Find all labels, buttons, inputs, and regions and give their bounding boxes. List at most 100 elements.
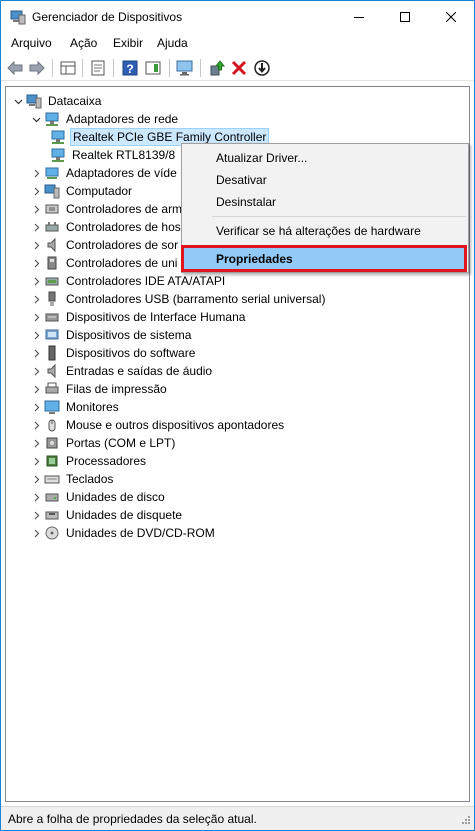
category-label: Controladores de arm	[66, 202, 183, 216]
tree-device-realtek-rtl8139[interactable]: Realtek RTL8139/8	[50, 146, 177, 164]
expand-chevron-icon[interactable]	[28, 164, 44, 182]
category-label: Monitores	[66, 400, 119, 414]
network-adapter-icon	[45, 112, 59, 126]
expand-chevron-icon[interactable]	[28, 524, 44, 542]
forward-arrow-icon[interactable]	[27, 58, 47, 78]
properties-grid-icon[interactable]	[58, 58, 78, 78]
update-driver-icon[interactable]	[207, 58, 227, 78]
toolbar-separator	[113, 59, 114, 77]
collapse-chevron-icon[interactable]	[10, 92, 26, 110]
tree-category-row[interactable]: Dispositivos de sistema	[28, 326, 193, 344]
category-label: Controladores de uni	[66, 256, 178, 270]
tree-category-row[interactable]: Controladores de uni	[28, 254, 179, 272]
tree-category-row[interactable]: Controladores de sor	[28, 236, 180, 254]
menu-item-scan-hardware[interactable]: Verificar se há alterações de hardware	[184, 220, 466, 242]
maximize-icon	[400, 11, 410, 22]
menu-acao[interactable]: Ação	[70, 36, 97, 50]
tree-category-row[interactable]: Controladores USB (barramento serial uni…	[28, 290, 327, 308]
monitor-scan-icon[interactable]	[175, 58, 195, 78]
tree-category-row[interactable]: Unidades de disquete	[28, 506, 184, 524]
close-icon	[446, 11, 456, 22]
expand-chevron-icon[interactable]	[28, 290, 44, 308]
menu-ajuda[interactable]: Ajuda	[157, 36, 188, 50]
properties-doc-icon[interactable]	[88, 58, 108, 78]
category-label: Dispositivos do software	[66, 346, 196, 360]
expand-chevron-icon[interactable]	[28, 200, 44, 218]
printer-icon	[45, 382, 59, 394]
tree-category-row[interactable]: Mouse e outros dispositivos apontadores	[28, 416, 286, 434]
drive-controller-icon	[47, 256, 57, 270]
expand-chevron-icon[interactable]	[28, 254, 44, 272]
category-label: Unidades de DVD/CD-ROM	[66, 526, 215, 540]
expand-chevron-icon[interactable]	[28, 398, 44, 416]
menu-item-update-driver[interactable]: Atualizar Driver...	[184, 147, 466, 169]
tree-root[interactable]: Datacaixa	[10, 92, 103, 110]
action-pane-icon[interactable]	[143, 58, 163, 78]
expand-chevron-icon[interactable]	[28, 218, 44, 236]
menu-arquivo[interactable]: Arquivo	[11, 36, 52, 50]
floppy-drive-icon	[45, 511, 59, 520]
expand-chevron-icon[interactable]	[28, 434, 44, 452]
menu-exibir[interactable]: Exibir	[113, 36, 143, 50]
tree-category-row[interactable]: Computador	[28, 182, 134, 200]
processor-icon	[46, 455, 58, 467]
tree-category-row[interactable]: Entradas e saídas de áudio	[28, 362, 214, 380]
tree-category-row[interactable]: Adaptadores de víde	[28, 164, 179, 182]
expand-chevron-icon[interactable]	[28, 488, 44, 506]
tree-category-row[interactable]: Unidades de disco	[28, 488, 167, 506]
expand-chevron-icon[interactable]	[28, 326, 44, 344]
tree-category-row[interactable]: Teclados	[28, 470, 115, 488]
collapse-chevron-icon[interactable]	[28, 110, 44, 128]
download-circle-icon[interactable]	[252, 58, 272, 78]
menu-item-label: Propriedades	[216, 252, 293, 266]
title-bar[interactable]: Gerenciador de Dispositivos	[1, 1, 474, 32]
tree-category-row[interactable]: Dispositivos do software	[28, 344, 197, 362]
tree-category-row[interactable]: Processadores	[28, 452, 148, 470]
tree-root-label: Datacaixa	[48, 94, 102, 108]
usb-icon	[48, 291, 56, 306]
tree-category-row[interactable]: Monitores	[28, 398, 121, 416]
expand-chevron-icon[interactable]	[28, 452, 44, 470]
category-label: Adaptadores de rede	[66, 112, 179, 126]
category-label: Controladores de sor	[66, 238, 179, 252]
tree-category-row[interactable]: Controladores de arm	[28, 200, 184, 218]
minimize-button[interactable]	[336, 1, 382, 32]
uninstall-x-icon[interactable]	[229, 58, 249, 78]
resize-grip-icon[interactable]	[459, 815, 471, 827]
tree-category-row[interactable]: Filas de impressão	[28, 380, 169, 398]
expand-chevron-icon[interactable]	[28, 416, 44, 434]
mouse-icon	[48, 419, 56, 432]
category-label: Filas de impressão	[66, 382, 167, 396]
expand-chevron-icon[interactable]	[28, 344, 44, 362]
toolbar-separator	[200, 59, 201, 77]
tree-category-row[interactable]: Unidades de DVD/CD-ROM	[28, 524, 217, 542]
software-device-icon	[48, 345, 56, 361]
expand-chevron-icon[interactable]	[28, 506, 44, 524]
expand-chevron-icon[interactable]	[28, 272, 44, 290]
menu-item-properties[interactable]: Propriedades	[184, 248, 466, 270]
expand-chevron-icon[interactable]	[28, 380, 44, 398]
tree-category-row[interactable]: Controladores IDE ATA/ATAPI	[28, 272, 227, 290]
expand-chevron-icon[interactable]	[28, 236, 44, 254]
maximize-button[interactable]	[382, 1, 428, 32]
close-button[interactable]	[428, 1, 474, 32]
expand-chevron-icon[interactable]	[28, 308, 44, 326]
expand-chevron-icon[interactable]	[28, 470, 44, 488]
help-icon[interactable]: ?	[120, 58, 140, 78]
menu-item-uninstall[interactable]: Desinstalar	[184, 191, 466, 213]
expand-chevron-icon[interactable]	[28, 362, 44, 380]
menu-item-disable[interactable]: Desativar	[184, 169, 466, 191]
window-title: Gerenciador de Dispositivos	[32, 10, 183, 24]
tree-category-row[interactable]: Portas (COM e LPT)	[28, 434, 177, 452]
tree-category-network[interactable]: Adaptadores de rede	[28, 110, 180, 128]
category-label: Processadores	[66, 454, 147, 468]
back-arrow-icon[interactable]	[5, 58, 25, 78]
category-label: Controladores USB (barramento serial uni…	[66, 292, 326, 306]
menu-item-label: Atualizar Driver...	[216, 151, 308, 165]
context-menu: Atualizar Driver... Desativar Desinstala…	[181, 143, 469, 273]
tree-category-row[interactable]: Controladores de hos	[28, 218, 183, 236]
tree-category-row[interactable]: Dispositivos de Interface Humana	[28, 308, 247, 326]
menu-item-label: Verificar se há alterações de hardware	[216, 224, 421, 238]
category-label: Controladores de hos	[66, 220, 181, 234]
expand-chevron-icon[interactable]	[28, 182, 44, 200]
